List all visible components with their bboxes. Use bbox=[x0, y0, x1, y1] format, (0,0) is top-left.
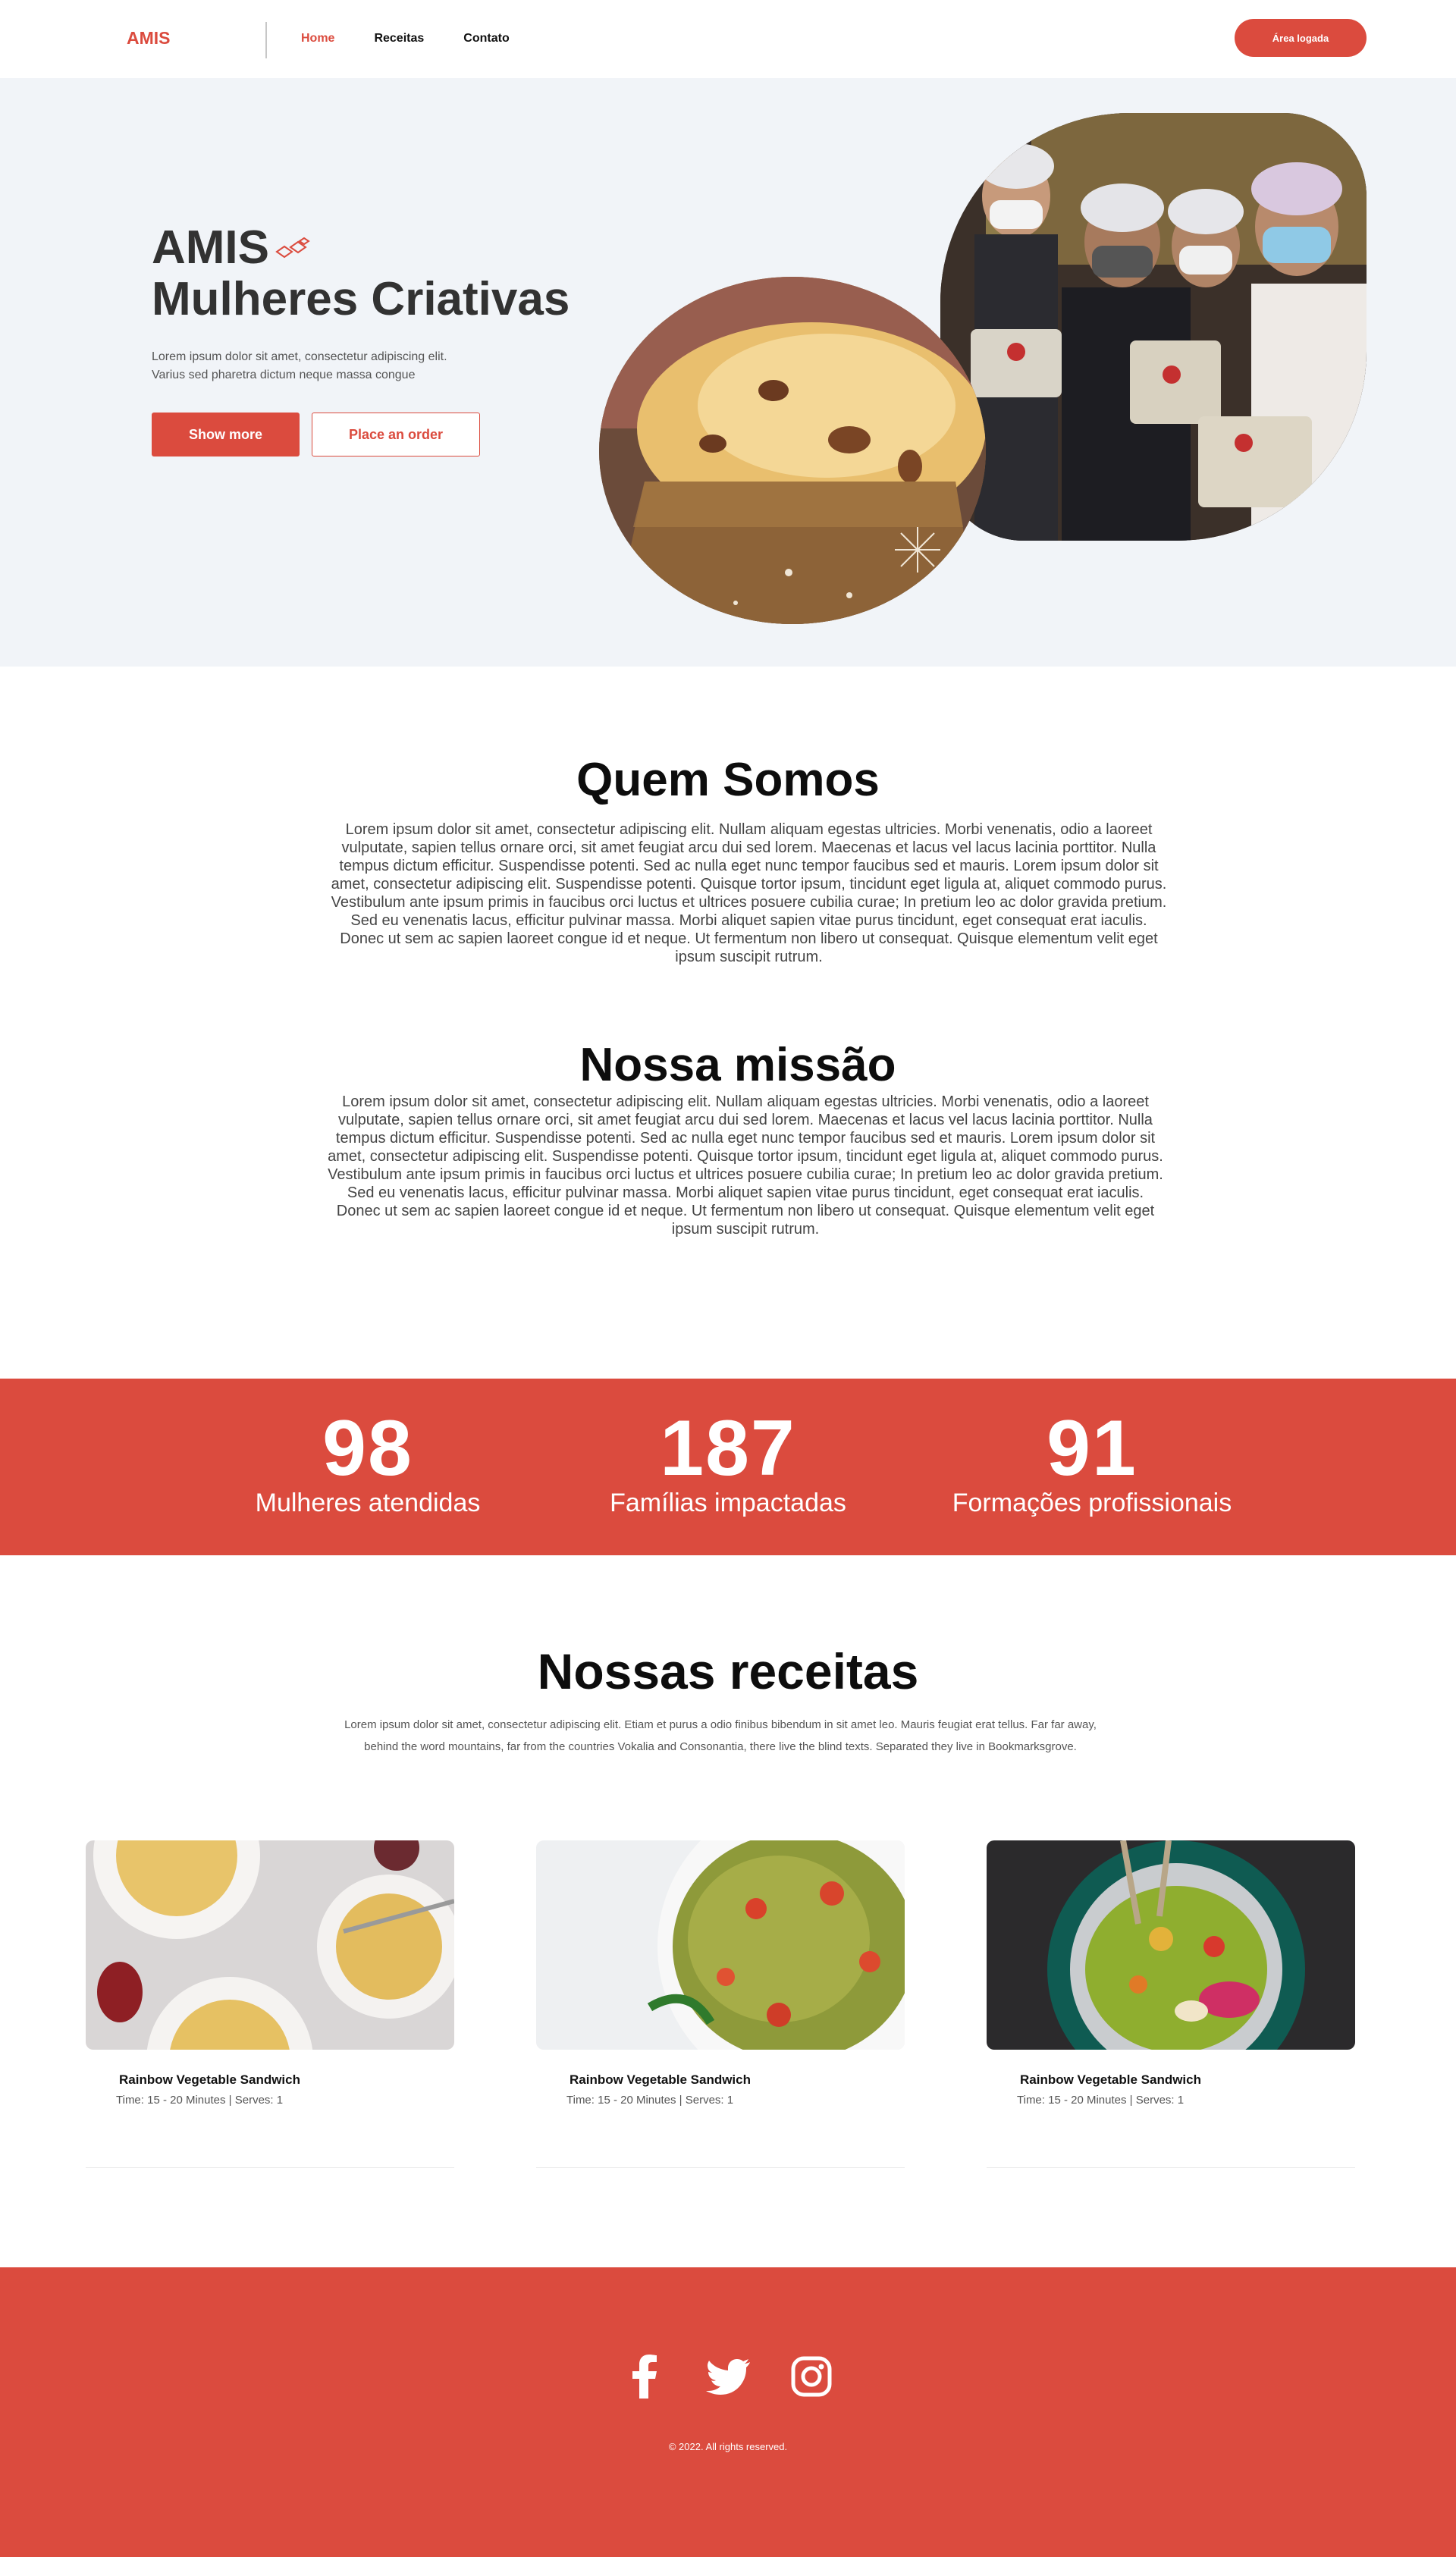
social-links bbox=[0, 2354, 1456, 2399]
hero-lead-line1: Lorem ipsum dolor sit amet, consectetur … bbox=[152, 350, 447, 363]
card-divider bbox=[536, 2167, 905, 2168]
stat-number: 91 bbox=[1046, 1404, 1138, 1492]
recipe-image[interactable] bbox=[536, 1840, 905, 2050]
hero-title-line2: Mulheres Criativas bbox=[152, 273, 570, 325]
about-text: Lorem ipsum dolor sit amet, consectetur … bbox=[331, 821, 1167, 965]
place-order-button[interactable]: Place an order bbox=[312, 413, 480, 456]
recipe-image[interactable] bbox=[86, 1840, 454, 2050]
nav-link-home[interactable]: Home bbox=[301, 32, 334, 45]
recipe-card[interactable]: Rainbow Vegetable Sandwich Time: 15 - 20… bbox=[987, 1840, 1355, 2168]
recipe-meta: Time: 15 - 20 Minutes | Serves: 1 bbox=[566, 2094, 734, 2107]
recipe-card[interactable]: Rainbow Vegetable Sandwich Time: 15 - 20… bbox=[86, 1840, 454, 2168]
panettone-photo bbox=[599, 277, 986, 624]
team-photo bbox=[940, 113, 1367, 541]
stats-band: 98 Mulheres atendidas 187 Famílias impac… bbox=[0, 1379, 1456, 1555]
recipes-title: Nossas receitas bbox=[537, 1643, 919, 1699]
nav-divider bbox=[265, 22, 267, 58]
sparkle-icon bbox=[275, 237, 310, 259]
hero-title: AMIS Mulheres Criativas bbox=[152, 222, 570, 325]
about-title: Quem Somos bbox=[576, 754, 880, 806]
copyright: © 2022. All rights reserved. bbox=[668, 2441, 788, 2452]
recipe-meta: Time: 15 - 20 Minutes | Serves: 1 bbox=[1017, 2094, 1185, 2107]
recipe-title[interactable]: Rainbow Vegetable Sandwich bbox=[570, 2072, 905, 2088]
recipe-meta: Time: 15 - 20 Minutes | Serves: 1 bbox=[116, 2094, 284, 2107]
footer: © 2022. All rights reserved. bbox=[0, 2267, 1456, 2557]
logo[interactable]: AMIS bbox=[127, 28, 171, 49]
nav-links: Home Receitas Contato bbox=[301, 32, 549, 45]
stat-women: 98 Mulheres atendidas bbox=[250, 1409, 485, 1518]
card-divider bbox=[86, 2167, 454, 2168]
stat-label: Formações profissionais bbox=[952, 1489, 1232, 1517]
twitter-icon[interactable] bbox=[705, 2354, 751, 2399]
top-nav: AMIS Home Receitas Contato Área logada bbox=[0, 0, 1456, 78]
login-button[interactable]: Área logada bbox=[1235, 19, 1367, 57]
stat-label: Famílias impactadas bbox=[610, 1489, 846, 1517]
stat-number: 187 bbox=[660, 1404, 796, 1492]
hero-lead: Lorem ipsum dolor sit amet, consectetur … bbox=[152, 348, 508, 384]
nav-link-contato[interactable]: Contato bbox=[463, 32, 509, 45]
mission-text: Lorem ipsum dolor sit amet, consectetur … bbox=[328, 1093, 1163, 1238]
recipe-title[interactable]: Rainbow Vegetable Sandwich bbox=[119, 2072, 454, 2088]
hero-title-line1: AMIS bbox=[152, 221, 269, 274]
facebook-icon[interactable] bbox=[622, 2354, 667, 2399]
stat-number: 98 bbox=[322, 1404, 413, 1492]
recipe-image[interactable] bbox=[987, 1840, 1355, 2050]
show-more-button[interactable]: Show more bbox=[152, 413, 300, 456]
stat-families: 187 Famílias impactadas bbox=[599, 1409, 857, 1518]
mission-title: Nossa missão bbox=[579, 1039, 896, 1091]
recipe-title[interactable]: Rainbow Vegetable Sandwich bbox=[1020, 2072, 1355, 2088]
recipes-lead: Lorem ipsum dolor sit amet, consectetur … bbox=[344, 1718, 1097, 1753]
instagram-icon[interactable] bbox=[789, 2354, 834, 2399]
nav-link-receitas[interactable]: Receitas bbox=[374, 32, 424, 45]
card-divider bbox=[987, 2167, 1355, 2168]
recipe-card[interactable]: Rainbow Vegetable Sandwich Time: 15 - 20… bbox=[536, 1840, 905, 2168]
stat-trainings: 91 Formações profissionais bbox=[940, 1409, 1244, 1518]
stat-label: Mulheres atendidas bbox=[255, 1489, 481, 1517]
hero-section: AMIS Mulheres Criativas Lorem ipsum dolo… bbox=[0, 78, 1456, 667]
hero-lead-line2: Varius sed pharetra dictum neque massa c… bbox=[152, 369, 416, 381]
